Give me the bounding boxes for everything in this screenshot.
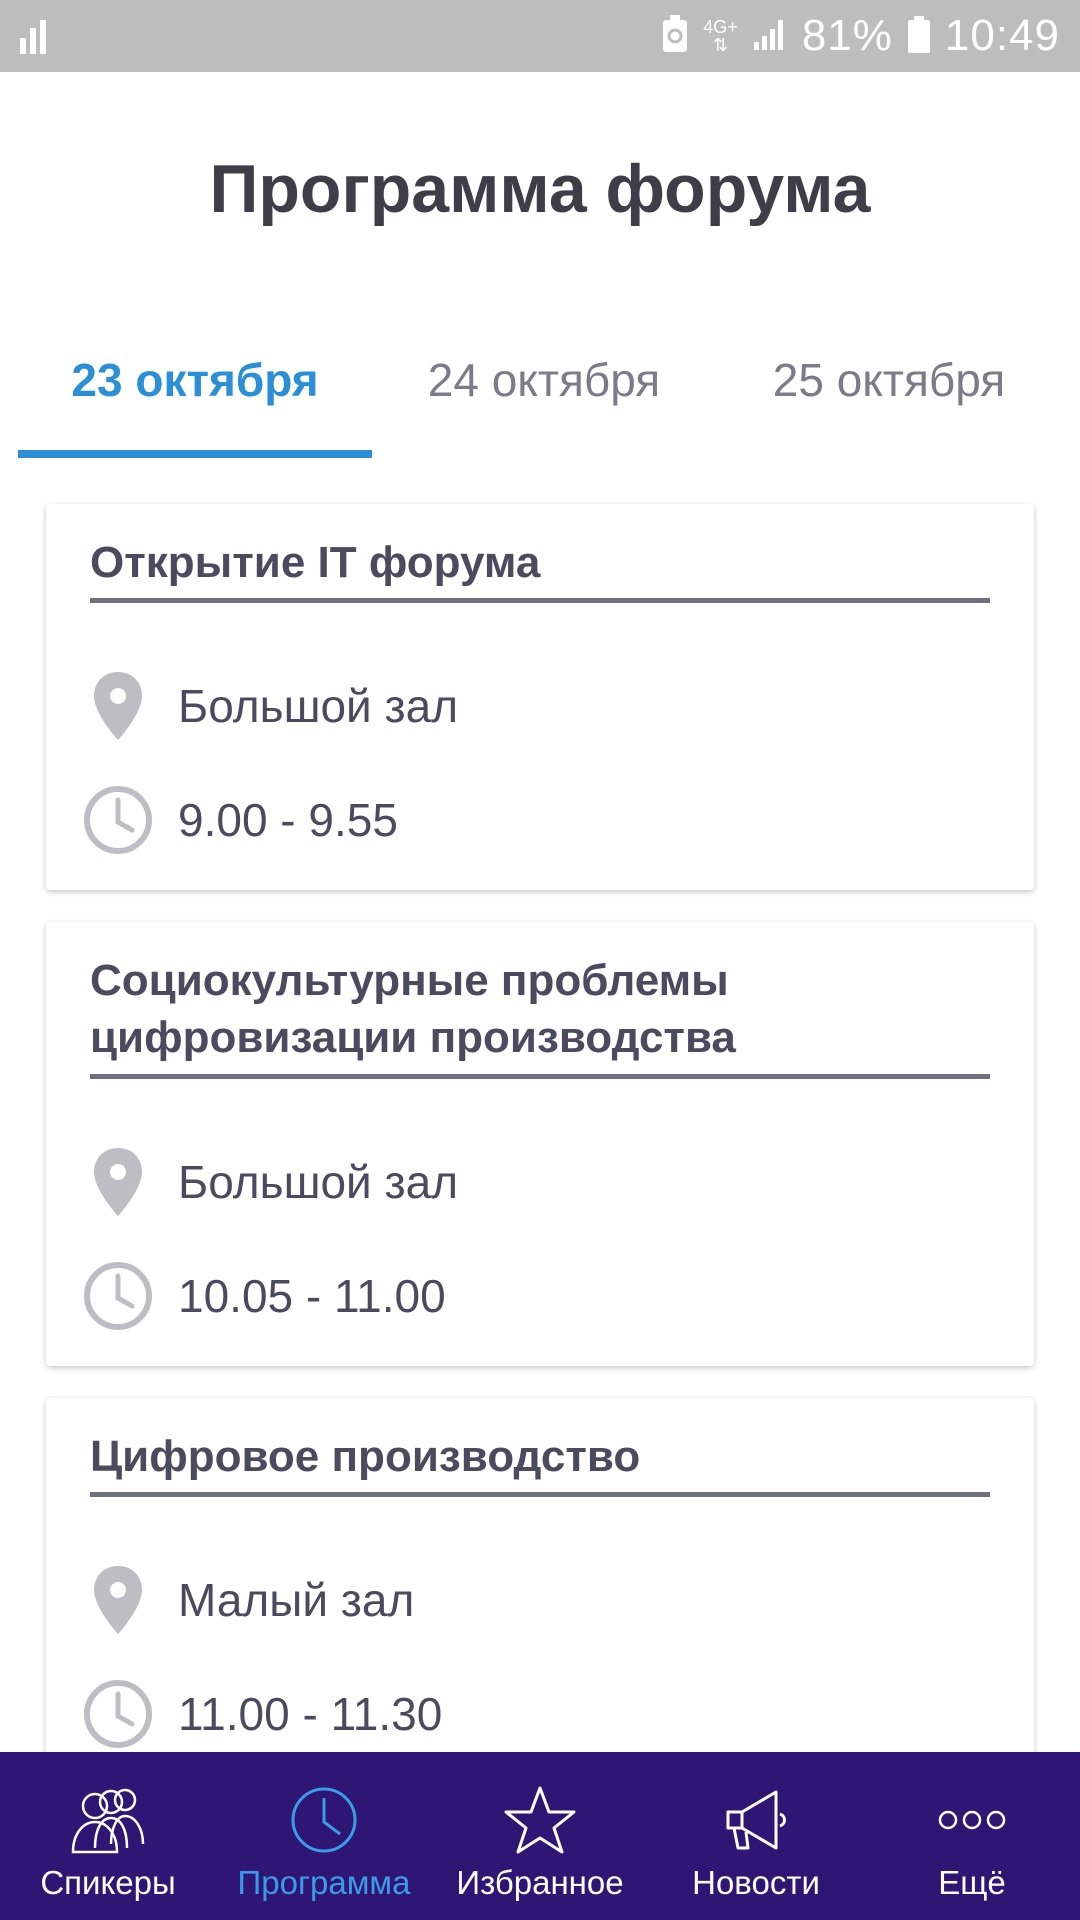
clock-icon — [82, 1256, 154, 1336]
nav-news[interactable]: Новости — [648, 1752, 864, 1920]
nav-label: Новости — [692, 1864, 820, 1901]
nav-speakers[interactable]: Спикеры — [0, 1752, 216, 1920]
clock-icon — [82, 1674, 154, 1754]
session-time-row: 9.00 - 9.55 — [82, 780, 398, 860]
nav-label: Спикеры — [40, 1864, 176, 1901]
battery-icon — [907, 14, 931, 59]
session-time: 10.05 - 11.00 — [178, 1270, 446, 1322]
status-bar: 4G+ ⇅ 81% 10:49 — [0, 0, 1080, 72]
nav-program[interactable]: Программа — [216, 1752, 432, 1920]
session-time-row: 11.00 - 11.30 — [82, 1674, 442, 1754]
date-tabs: 23 октября 24 октября 25 октября — [0, 340, 1080, 460]
battery-saver-icon — [661, 14, 689, 59]
title-divider — [90, 1074, 990, 1079]
clock-icon — [216, 1784, 432, 1856]
nav-more[interactable]: Ещё — [864, 1752, 1080, 1920]
session-location-row: Малый зал — [82, 1560, 414, 1640]
nav-favorites[interactable]: Избранное — [432, 1752, 648, 1920]
network-type-icon: 4G+ ⇅ — [703, 17, 738, 55]
speakers-icon — [0, 1784, 216, 1856]
more-dots-icon — [864, 1784, 1080, 1856]
cell-signal-icon — [752, 16, 788, 57]
page-title: Программа форума — [209, 151, 871, 227]
session-location-row: Большой зал — [82, 1142, 458, 1222]
nav-label: Избранное — [456, 1864, 624, 1901]
session-time: 11.00 - 11.30 — [178, 1688, 443, 1740]
clock-time: 10:49 — [944, 11, 1060, 60]
session-title: Цифровое производство — [90, 1432, 641, 1481]
active-tab-indicator — [18, 450, 372, 458]
location-pin-icon — [82, 1560, 154, 1640]
megaphone-icon — [648, 1784, 864, 1856]
location-pin-icon — [82, 666, 154, 746]
session-time-row: 10.05 - 11.00 — [82, 1256, 446, 1336]
tab-23-october[interactable]: 23 октября — [18, 340, 372, 440]
session-time: 9.00 - 9.55 — [178, 794, 398, 846]
star-icon — [432, 1784, 648, 1856]
tab-24-october[interactable]: 24 октября — [372, 340, 716, 440]
session-title: Социокультурные проблемы цифровизации пр… — [90, 956, 736, 1062]
session-card[interactable]: Социокультурные проблемы цифровизации пр… — [46, 922, 1034, 1366]
signal-bars-icon — [18, 16, 48, 56]
nav-label: Программа — [237, 1864, 411, 1901]
location-pin-icon — [82, 1142, 154, 1222]
tab-25-october[interactable]: 25 октября — [716, 340, 1062, 440]
bottom-navigation: Спикеры Программа Избранное Новости Ещё — [0, 1752, 1080, 1920]
session-title: Открытие IT форума — [90, 538, 541, 587]
battery-percent: 81% — [801, 11, 893, 60]
clock-icon — [82, 780, 154, 860]
session-location: Малый зал — [178, 1574, 415, 1626]
session-card[interactable]: Открытие IT форума Большой зал 9.00 - 9.… — [46, 504, 1034, 890]
session-location-row: Большой зал — [82, 666, 458, 746]
title-divider — [90, 598, 990, 603]
session-location: Большой зал — [178, 1156, 459, 1208]
session-location: Большой зал — [178, 680, 459, 732]
title-divider — [90, 1492, 990, 1497]
nav-label: Ещё — [938, 1864, 1006, 1901]
